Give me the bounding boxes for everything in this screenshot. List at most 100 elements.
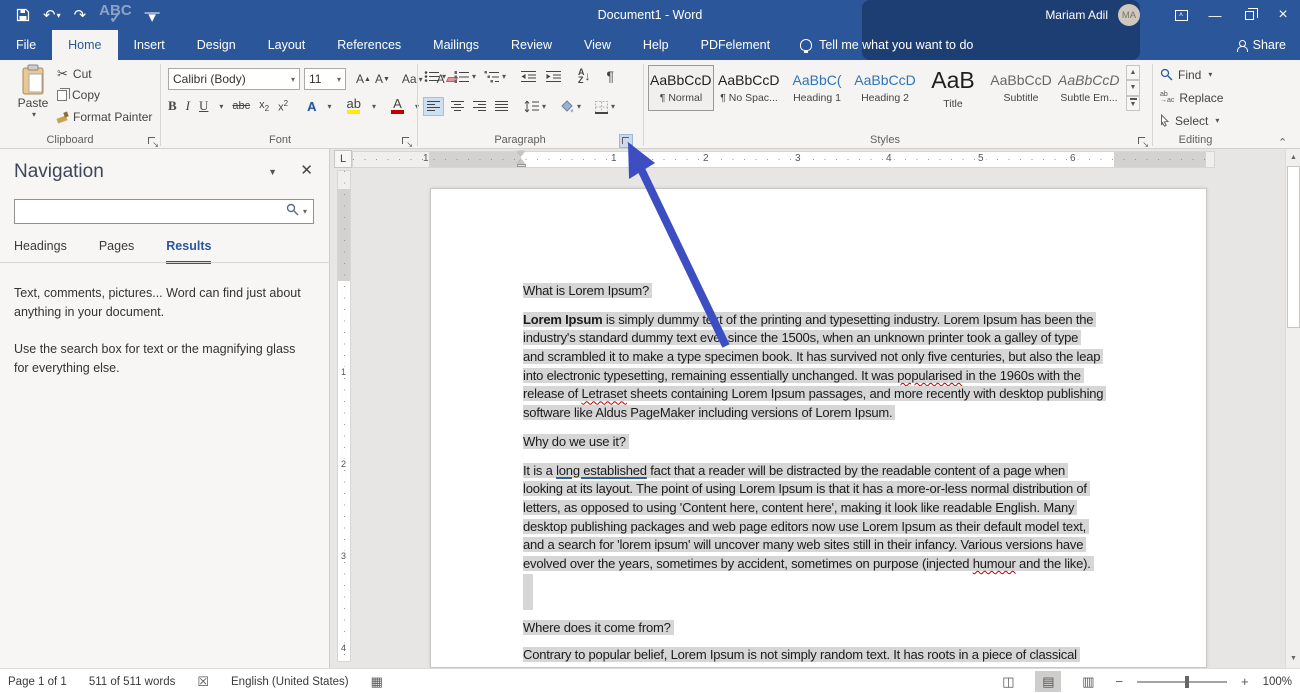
page-indicator[interactable]: Page 1 of 1 (8, 676, 67, 688)
style-heading-1[interactable]: AaBbC( Heading 1 (784, 65, 850, 111)
collapse-ribbon-button[interactable]: ⌃ (1278, 136, 1287, 149)
document-line[interactable]: letters, as opposed to using 'Content he… (523, 499, 1123, 518)
superscript-button[interactable]: x2 (278, 99, 288, 114)
document-line[interactable]: looking at its layout. The point of usin… (523, 480, 1123, 499)
tab-stop-selector[interactable]: L (334, 150, 352, 168)
document-line[interactable]: It is a long established fact that a rea… (523, 462, 1123, 481)
borders-button[interactable]: ▾ (594, 100, 615, 114)
macro-record-icon[interactable]: ▦ (371, 674, 383, 690)
close-button[interactable]: × (1266, 0, 1300, 30)
numbered-list-button[interactable]: ▾ (454, 70, 476, 83)
search-input[interactable] (15, 201, 286, 222)
align-left-button[interactable] (424, 98, 443, 115)
align-center-button[interactable] (450, 100, 465, 113)
bullet-list-button[interactable]: ▾ (424, 70, 446, 83)
select-button[interactable]: Select▾ (1160, 111, 1223, 130)
format-painter-button[interactable]: Format Painter (57, 110, 152, 124)
cut-button[interactable]: ✂ Cut (57, 66, 92, 82)
italic-button[interactable]: I (186, 98, 190, 114)
line-spacing-button[interactable]: ▾ (524, 100, 546, 113)
tab-pdfelement[interactable]: PDFelement (685, 30, 786, 60)
styles-scroll-down-button[interactable]: ▼ (1126, 80, 1140, 95)
scroll-down-button[interactable]: ▼ (1287, 651, 1300, 666)
zoom-out-button[interactable]: − (1115, 674, 1123, 689)
document-line[interactable]: release of Letraset sheets containing Lo… (523, 385, 1123, 404)
style-subtitle[interactable]: AaBbCcD Subtitle (988, 65, 1054, 111)
style-no-spacing[interactable]: AaBbCcDc ¶ No Spac... (716, 65, 782, 111)
tab-mailings[interactable]: Mailings (417, 30, 495, 60)
navigation-close-button[interactable]: ✕ (300, 161, 313, 179)
document-line[interactable]: What is Lorem Ipsum? (523, 282, 1123, 301)
replace-button[interactable]: ab→ac Replace (1160, 88, 1223, 107)
styles-dialog-launcher[interactable] (1136, 135, 1148, 147)
word-count[interactable]: 511 of 511 words (89, 676, 176, 688)
left-indent-marker[interactable] (517, 164, 526, 167)
document-line[interactable]: and a search for 'lorem ipsum' will unco… (523, 536, 1123, 555)
minimize-button[interactable]: — (1198, 0, 1232, 30)
empty-selected-line[interactable] (523, 574, 1123, 593)
horizontal-ruler[interactable]: 1 1 2 3 4 5 6 (352, 151, 1215, 168)
document-line[interactable]: Where does it come from? (523, 619, 1123, 638)
text-effects-dropdown-icon[interactable]: ▾ (327, 102, 331, 111)
decrease-indent-button[interactable] (520, 70, 537, 83)
nav-tab-results[interactable]: Results (166, 239, 211, 264)
align-right-button[interactable] (472, 100, 487, 113)
style-title[interactable]: AaB Title (920, 65, 986, 111)
highlight-button[interactable]: ab (346, 98, 360, 114)
clipboard-dialog-launcher[interactable] (146, 135, 158, 147)
document-line[interactable]: and scrambled it to make a type specimen… (523, 348, 1123, 367)
document-line[interactable]: Contrary to popular belief, Lorem Ipsum … (523, 646, 1123, 665)
document-line[interactable]: desktop publishing packages and web page… (523, 518, 1123, 537)
nav-tab-pages[interactable]: Pages (99, 239, 134, 264)
zoom-slider-thumb[interactable] (1185, 676, 1189, 688)
find-button[interactable]: Find▾ (1160, 65, 1223, 84)
avatar[interactable]: MA (1118, 4, 1140, 26)
tab-design[interactable]: Design (181, 30, 252, 60)
document-line[interactable]: Why do we use it? (523, 433, 1123, 452)
empty-selected-line[interactable] (523, 592, 1123, 611)
shrink-font-button[interactable]: A▼ (375, 72, 390, 86)
hanging-indent-marker[interactable] (517, 159, 525, 164)
tab-file[interactable]: File (0, 30, 52, 60)
highlight-dropdown-icon[interactable]: ▾ (372, 102, 376, 111)
shading-button[interactable]: ▾ (559, 100, 581, 114)
show-hide-marks-button[interactable]: ¶ (607, 68, 615, 84)
font-size-combo[interactable]: 11▾ (304, 68, 346, 90)
print-layout-button[interactable]: ▤ (1035, 671, 1061, 692)
paste-button[interactable]: Paste ▾ (14, 64, 52, 130)
bold-button[interactable]: B (168, 98, 177, 114)
vertical-ruler[interactable]: 1 2 3 4 (337, 170, 351, 662)
sort-button[interactable]: AZ↓ (578, 68, 591, 84)
zoom-level[interactable]: 100% (1263, 676, 1292, 688)
document-line[interactable]: software like Aldus PageMaker including … (523, 404, 1123, 423)
strikethrough-button[interactable]: abc (232, 100, 250, 112)
tab-review[interactable]: Review (495, 30, 568, 60)
tell-me-box[interactable]: Tell me what you want to do (800, 30, 973, 60)
document-scrollbar[interactable]: ▲ ▼ (1285, 149, 1300, 668)
account-info[interactable]: Mariam Adil MA (1045, 4, 1140, 26)
document-page[interactable]: What is Lorem Ipsum?Lorem Ipsum is simpl… (430, 188, 1207, 668)
multilevel-list-button[interactable]: ▾ (484, 70, 506, 83)
tab-insert[interactable]: Insert (118, 30, 181, 60)
paragraph-dialog-launcher[interactable] (620, 135, 632, 147)
style-subtle-emphasis[interactable]: AaBbCcDt Subtle Em... (1056, 65, 1122, 111)
underline-dropdown-icon[interactable]: ▾ (219, 102, 223, 111)
search-dropdown-icon[interactable]: ▾ (303, 207, 307, 216)
style-normal[interactable]: AaBbCcDc ¶ Normal (648, 65, 714, 111)
tab-references[interactable]: References (321, 30, 417, 60)
justify-button[interactable] (494, 100, 509, 113)
share-button[interactable]: Share (1236, 30, 1286, 60)
navigation-options-dropdown[interactable]: ▼ (268, 167, 277, 177)
copy-button[interactable]: Copy (57, 88, 100, 102)
scrollbar-thumb[interactable] (1287, 166, 1300, 328)
paste-dropdown-icon[interactable]: ▾ (32, 110, 36, 119)
tab-home[interactable]: Home (52, 30, 117, 60)
underline-button[interactable]: U (199, 98, 208, 114)
nav-tab-headings[interactable]: Headings (14, 239, 67, 264)
web-layout-button[interactable]: ▥ (1075, 671, 1101, 692)
subscript-button[interactable]: x2 (259, 99, 269, 113)
indent-markers[interactable] (517, 151, 526, 168)
language-indicator[interactable]: English (United States) (231, 676, 349, 688)
tab-view[interactable]: View (568, 30, 627, 60)
styles-scroll-up-button[interactable]: ▲ (1126, 65, 1140, 80)
